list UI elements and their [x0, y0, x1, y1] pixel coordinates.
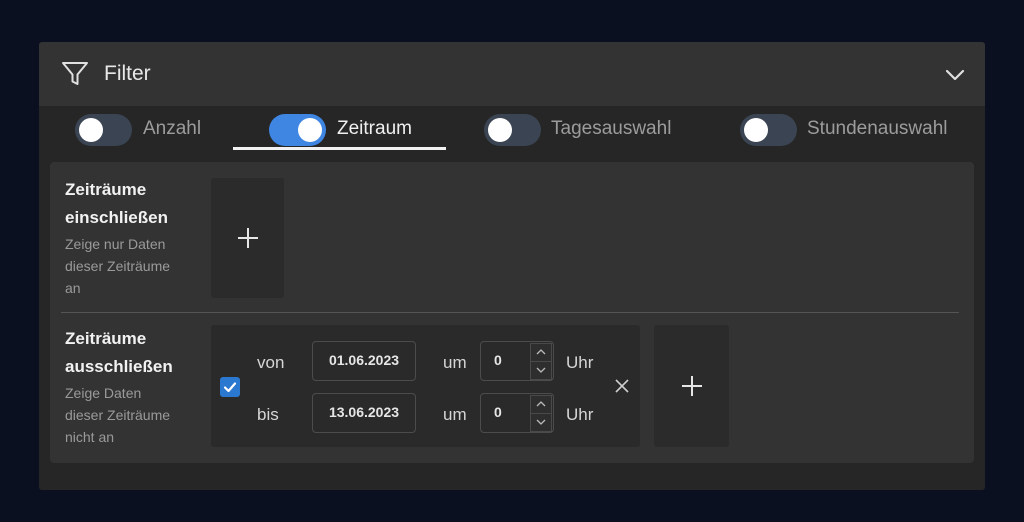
tab-tagesauswahl[interactable]: Tagesauswahl: [484, 106, 684, 154]
tab-label-stundenauswahl: Stundenauswahl: [807, 118, 948, 139]
add-exclude-range-button[interactable]: [654, 325, 729, 447]
from-label: von: [257, 353, 285, 372]
filter-icon: [62, 62, 88, 85]
toggle-zeitraum[interactable]: [269, 114, 326, 146]
toggle-stundenauswahl[interactable]: [740, 114, 797, 146]
to-at-label: um: [443, 405, 467, 424]
plus-icon: [237, 228, 258, 248]
plus-icon: [681, 376, 702, 396]
chevron-down-icon[interactable]: [944, 64, 966, 86]
chevron-down-icon: [536, 367, 546, 373]
include-title: Zeiträume einschließen: [65, 180, 168, 227]
from-hour-increment[interactable]: [530, 343, 552, 362]
chevron-up-icon: [536, 349, 546, 355]
section-divider: [61, 312, 959, 313]
check-icon: [223, 382, 237, 393]
from-at-label: um: [443, 353, 467, 372]
to-hour-stepper: [529, 394, 553, 432]
toggle-tagesauswahl[interactable]: [484, 114, 541, 146]
toggle-anzahl[interactable]: [75, 114, 132, 146]
to-date-input[interactable]: 13.06.2023: [312, 393, 416, 433]
tab-label-anzahl: Anzahl: [143, 118, 202, 139]
from-date-input[interactable]: 01.06.2023: [312, 341, 416, 381]
filter-panel: Filter Anzahl Zeitraum Tagesauswahl Stun…: [39, 42, 985, 490]
to-hour-decrement[interactable]: [530, 413, 552, 432]
filter-tabs: Anzahl Zeitraum Tagesauswahl Stundenausw…: [39, 106, 985, 154]
from-unit-label: Uhr: [566, 353, 594, 372]
to-label: bis: [257, 405, 279, 424]
exclude-title: Zeiträume ausschließen: [65, 329, 173, 376]
exclude-range-row: von 01.06.2023 um 0 Uhr bis 13.06.2023 u…: [211, 325, 640, 447]
include-description: Zeige nur Daten dieser Zeiträume an: [65, 236, 171, 296]
filter-title: Filter: [104, 62, 151, 85]
add-include-range-button[interactable]: [211, 178, 284, 298]
from-hour-decrement[interactable]: [530, 361, 552, 380]
to-hour-increment[interactable]: [530, 395, 552, 414]
from-hour-input[interactable]: 0: [480, 341, 554, 381]
to-unit-label: Uhr: [566, 405, 594, 424]
to-hour-input[interactable]: 0: [480, 393, 554, 433]
tab-stundenauswahl[interactable]: Stundenauswahl: [740, 106, 970, 154]
tab-label-tagesauswahl: Tagesauswahl: [551, 118, 672, 139]
filter-header[interactable]: Filter: [39, 42, 985, 106]
close-icon[interactable]: [613, 377, 631, 395]
tab-anzahl[interactable]: Anzahl: [75, 106, 225, 154]
active-tab-indicator: [233, 147, 446, 150]
exclude-description: Zeige Daten dieser Zeiträume nicht an: [65, 385, 171, 445]
tab-label-zeitraum: Zeitraum: [337, 118, 412, 139]
chevron-down-icon: [536, 419, 546, 425]
from-hour-stepper: [529, 342, 553, 380]
chevron-up-icon: [536, 401, 546, 407]
period-settings: Zeiträume einschließen Zeige nur Daten d…: [50, 162, 974, 463]
range-enabled-checkbox[interactable]: [220, 377, 240, 397]
